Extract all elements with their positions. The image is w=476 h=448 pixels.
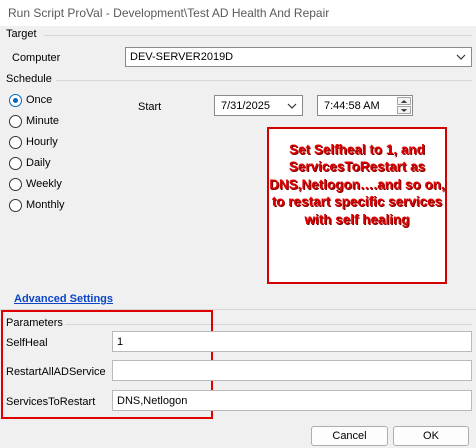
radio-dot [9, 115, 22, 128]
radio-dot [9, 136, 22, 149]
computer-label: Computer [12, 52, 61, 64]
start-label: Start [138, 101, 162, 113]
radio-dot [9, 157, 22, 170]
window-title: Run Script ProVal - Development\Test AD … [8, 6, 330, 20]
services-to-restart-label: ServicesToRestart [6, 396, 96, 408]
spin-down-button[interactable] [397, 106, 411, 114]
services-to-restart-value: DNS,Netlogon [117, 395, 188, 407]
radio-dot [9, 199, 22, 212]
radio-dot [9, 94, 22, 107]
annotation-callout: Set Selfheal to 1, and ServicesToRestart… [267, 127, 447, 284]
computer-value: DEV-SERVER2019D [130, 51, 234, 63]
services-to-restart-input[interactable]: DNS,Netlogon [112, 390, 472, 411]
advanced-settings-link[interactable]: Advanced Settings [14, 293, 113, 305]
chevron-down-icon [287, 103, 297, 109]
selfheal-value: 1 [117, 336, 124, 348]
radio-weekly-label: Weekly [26, 178, 62, 190]
selfheal-input[interactable]: 1 [112, 331, 472, 352]
computer-dropdown[interactable]: DEV-SERVER2019D [125, 47, 472, 67]
start-time-field[interactable]: 7:44:58 AM [317, 95, 413, 116]
schedule-section-label: Schedule [6, 73, 52, 85]
schedule-separator [56, 80, 472, 81]
annotation-text: Set Selfheal to 1, and ServicesToRestart… [269, 142, 445, 227]
ok-button[interactable]: OK [393, 426, 469, 446]
spin-up-button[interactable] [397, 97, 411, 105]
start-date-value: 7/31/2025 [221, 100, 270, 112]
target-section-label: Target [6, 28, 37, 40]
radio-dot [9, 178, 22, 191]
chevron-down-icon [456, 54, 466, 60]
radio-hourly-label: Hourly [26, 136, 58, 148]
arrow-up-icon [400, 100, 408, 103]
restart-all-ad-service-input[interactable] [112, 360, 472, 381]
start-date-picker[interactable]: 7/31/2025 [214, 95, 303, 116]
selfheal-label: SelfHeal [6, 337, 48, 349]
radio-once-label: Once [26, 94, 53, 106]
restart-all-ad-service-label: RestartAllADService [6, 366, 106, 378]
target-separator [44, 35, 472, 36]
radio-monthly-label: Monthly [26, 199, 65, 211]
radio-minute-label: Minute [26, 115, 60, 127]
start-time-value: 7:44:58 AM [324, 100, 380, 112]
radio-daily-label: Daily [26, 157, 51, 169]
time-spinner [397, 97, 411, 114]
arrow-down-icon [400, 109, 408, 112]
cancel-button[interactable]: Cancel [311, 426, 388, 446]
title-bar: Run Script ProVal - Development\Test AD … [0, 0, 476, 26]
